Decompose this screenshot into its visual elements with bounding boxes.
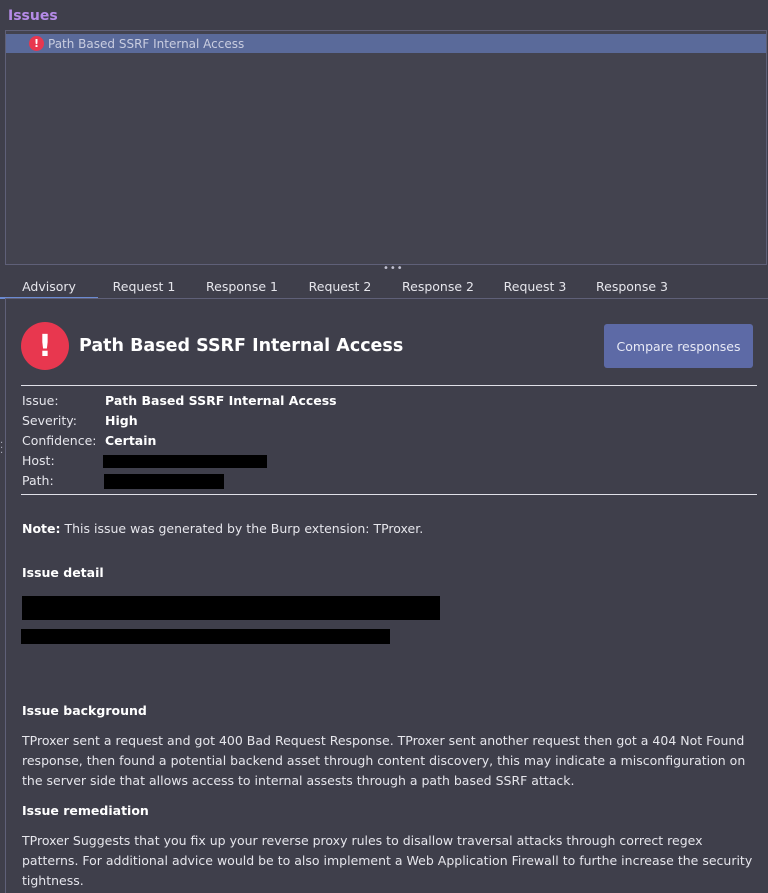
issue-field-label: Issue: bbox=[22, 393, 59, 408]
tab-response-1[interactable]: Response 1 bbox=[190, 274, 294, 298]
side-drag-handle[interactable]: · · · bbox=[0, 439, 3, 459]
severity-field: Severity: High bbox=[22, 413, 138, 428]
host-field: Host: bbox=[22, 453, 105, 468]
issue-background-heading: Issue background bbox=[22, 703, 147, 718]
alert-icon: ! bbox=[29, 36, 44, 51]
issue-field: Issue: Path Based SSRF Internal Access bbox=[22, 393, 337, 408]
severity-field-value: High bbox=[105, 413, 138, 428]
note-text: This issue was generated by the Burp ext… bbox=[60, 521, 424, 536]
tab-response-2[interactable]: Response 2 bbox=[386, 274, 490, 298]
issue-detail-redaction-2 bbox=[21, 629, 390, 644]
divider-bottom bbox=[21, 494, 757, 495]
confidence-field-label: Confidence: bbox=[22, 433, 97, 448]
severity-field-label: Severity: bbox=[22, 413, 77, 428]
issue-remediation-heading: Issue remediation bbox=[22, 803, 149, 818]
tab-request-1[interactable]: Request 1 bbox=[98, 274, 190, 298]
severity-alert-icon: ! bbox=[21, 322, 69, 370]
confidence-field: Confidence: Certain bbox=[22, 433, 156, 448]
path-field-label: Path: bbox=[22, 473, 54, 488]
extension-note: Note: This issue was generated by the Bu… bbox=[22, 521, 423, 536]
issues-list: ! Path Based SSRF Internal Access bbox=[5, 30, 767, 265]
issue-detail-redaction-1 bbox=[22, 596, 440, 620]
tab-advisory[interactable]: Advisory bbox=[0, 274, 98, 299]
note-label: Note: bbox=[22, 521, 61, 536]
issues-panel-title: Issues bbox=[8, 8, 58, 24]
issue-list-item[interactable]: ! Path Based SSRF Internal Access bbox=[6, 34, 766, 53]
issue-background-text: TProxer sent a request and got 400 Bad R… bbox=[22, 733, 746, 788]
divider-top bbox=[21, 385, 757, 386]
advisory-title: Path Based SSRF Internal Access bbox=[79, 336, 404, 356]
host-field-label: Host: bbox=[22, 453, 55, 468]
path-redaction bbox=[104, 474, 224, 489]
tab-request-3[interactable]: Request 3 bbox=[490, 274, 580, 298]
issue-remediation-text: TProxer Suggests that you fix up your re… bbox=[22, 833, 753, 888]
tab-request-2[interactable]: Request 2 bbox=[294, 274, 386, 298]
tab-bar: Advisory Request 1 Response 1 Request 2 … bbox=[0, 274, 768, 299]
host-redaction bbox=[103, 455, 267, 468]
compare-responses-button[interactable]: Compare responses bbox=[604, 324, 753, 368]
confidence-field-value: Certain bbox=[105, 433, 157, 448]
splitter-handle[interactable]: ••• bbox=[383, 264, 404, 274]
issue-field-value: Path Based SSRF Internal Access bbox=[105, 393, 337, 408]
issue-detail-heading: Issue detail bbox=[22, 565, 104, 580]
path-field: Path: bbox=[22, 473, 105, 488]
issue-list-item-label: Path Based SSRF Internal Access bbox=[48, 36, 245, 51]
tab-response-3[interactable]: Response 3 bbox=[580, 274, 684, 298]
